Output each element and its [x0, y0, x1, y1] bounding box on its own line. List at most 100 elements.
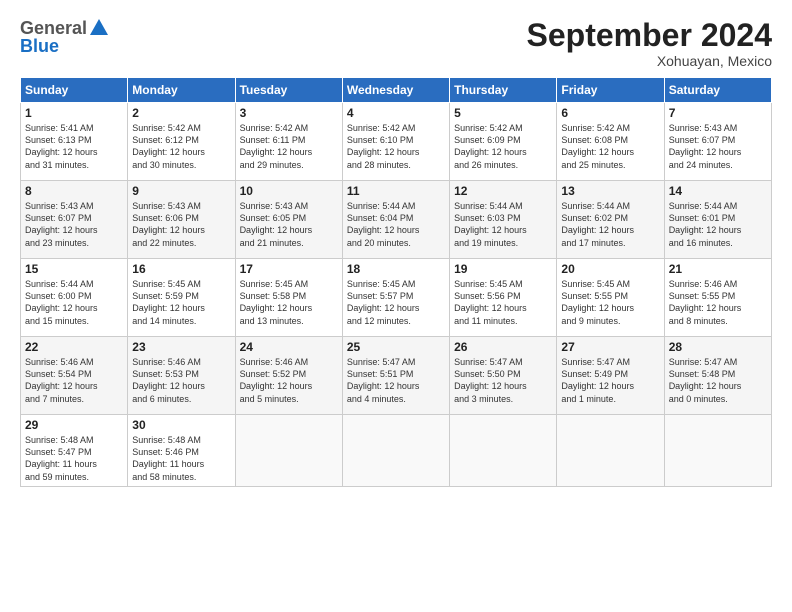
day-number: 10	[240, 184, 338, 198]
day-number: 1	[25, 106, 123, 120]
day-info: Sunrise: 5:43 AM Sunset: 6:06 PM Dayligh…	[132, 200, 230, 249]
day-info: Sunrise: 5:45 AM Sunset: 5:59 PM Dayligh…	[132, 278, 230, 327]
day-number: 30	[132, 418, 230, 432]
day-number: 29	[25, 418, 123, 432]
day-info: Sunrise: 5:43 AM Sunset: 6:07 PM Dayligh…	[669, 122, 767, 171]
day-info: Sunrise: 5:47 AM Sunset: 5:50 PM Dayligh…	[454, 356, 552, 405]
calendar-cell: 28 Sunrise: 5:47 AM Sunset: 5:48 PM Dayli…	[664, 337, 771, 415]
calendar-cell	[664, 415, 771, 487]
day-number: 20	[561, 262, 659, 276]
day-info: Sunrise: 5:43 AM Sunset: 6:05 PM Dayligh…	[240, 200, 338, 249]
logo-general: General	[20, 18, 87, 38]
day-info: Sunrise: 5:48 AM Sunset: 5:47 PM Dayligh…	[25, 434, 123, 483]
day-number: 13	[561, 184, 659, 198]
weekday-header: Tuesday	[235, 78, 342, 103]
day-info: Sunrise: 5:42 AM Sunset: 6:10 PM Dayligh…	[347, 122, 445, 171]
calendar-cell	[450, 415, 557, 487]
calendar-cell: 21 Sunrise: 5:46 AM Sunset: 5:55 PM Dayli…	[664, 259, 771, 337]
day-info: Sunrise: 5:45 AM Sunset: 5:56 PM Dayligh…	[454, 278, 552, 327]
calendar-table: SundayMondayTuesdayWednesdayThursdayFrid…	[20, 77, 772, 487]
day-number: 21	[669, 262, 767, 276]
calendar-cell	[235, 415, 342, 487]
calendar-cell: 26Sunrise: 5:47 AM Sunset: 5:50 PM Dayli…	[450, 337, 557, 415]
day-info: Sunrise: 5:47 AM Sunset: 5:48 PM Dayligh…	[669, 356, 767, 405]
day-number: 28	[669, 340, 767, 354]
weekday-header: Thursday	[450, 78, 557, 103]
day-info: Sunrise: 5:47 AM Sunset: 5:51 PM Dayligh…	[347, 356, 445, 405]
calendar-cell: 6 Sunrise: 5:42 AM Sunset: 6:08 PM Daylig…	[557, 103, 664, 181]
calendar-cell: 2Sunrise: 5:42 AM Sunset: 6:12 PM Daylig…	[128, 103, 235, 181]
day-number: 5	[454, 106, 552, 120]
calendar-cell: 9 Sunrise: 5:43 AM Sunset: 6:06 PM Daylig…	[128, 181, 235, 259]
calendar-cell: 18 Sunrise: 5:45 AM Sunset: 5:57 PM Dayli…	[342, 259, 449, 337]
day-info: Sunrise: 5:45 AM Sunset: 5:55 PM Dayligh…	[561, 278, 659, 327]
day-number: 15	[25, 262, 123, 276]
day-info: Sunrise: 5:46 AM Sunset: 5:53 PM Dayligh…	[132, 356, 230, 405]
day-number: 14	[669, 184, 767, 198]
calendar-cell: 19 Sunrise: 5:45 AM Sunset: 5:56 PM Dayli…	[450, 259, 557, 337]
day-info: Sunrise: 5:44 AM Sunset: 6:02 PM Dayligh…	[561, 200, 659, 249]
calendar-cell: 7 Sunrise: 5:43 AM Sunset: 6:07 PM Daylig…	[664, 103, 771, 181]
day-info: Sunrise: 5:42 AM Sunset: 6:12 PM Dayligh…	[132, 122, 230, 171]
day-info: Sunrise: 5:41 AM Sunset: 6:13 PM Dayligh…	[25, 122, 123, 171]
day-info: Sunrise: 5:44 AM Sunset: 6:00 PM Dayligh…	[25, 278, 123, 327]
day-info: Sunrise: 5:44 AM Sunset: 6:01 PM Dayligh…	[669, 200, 767, 249]
calendar-cell: 10 Sunrise: 5:43 AM Sunset: 6:05 PM Dayli…	[235, 181, 342, 259]
weekday-header: Friday	[557, 78, 664, 103]
weekday-header: Saturday	[664, 78, 771, 103]
calendar-cell: 8Sunrise: 5:43 AM Sunset: 6:07 PM Daylig…	[21, 181, 128, 259]
day-number: 11	[347, 184, 445, 198]
calendar-cell: 24 Sunrise: 5:46 AM Sunset: 5:52 PM Dayli…	[235, 337, 342, 415]
calendar-cell: 25 Sunrise: 5:47 AM Sunset: 5:51 PM Dayli…	[342, 337, 449, 415]
calendar-cell: 13 Sunrise: 5:44 AM Sunset: 6:02 PM Dayli…	[557, 181, 664, 259]
day-number: 12	[454, 184, 552, 198]
calendar-cell: 12Sunrise: 5:44 AM Sunset: 6:03 PM Dayli…	[450, 181, 557, 259]
title-block: September 2024 Xohuayan, Mexico	[527, 18, 772, 69]
day-number: 17	[240, 262, 338, 276]
calendar-cell: 1 Sunrise: 5:41 AM Sunset: 6:13 PM Daylig…	[21, 103, 128, 181]
calendar-cell	[342, 415, 449, 487]
day-info: Sunrise: 5:44 AM Sunset: 6:04 PM Dayligh…	[347, 200, 445, 249]
day-number: 27	[561, 340, 659, 354]
weekday-header: Sunday	[21, 78, 128, 103]
day-number: 19	[454, 262, 552, 276]
weekday-header: Monday	[128, 78, 235, 103]
logo-blue: Blue	[20, 37, 110, 57]
calendar-cell: 20 Sunrise: 5:45 AM Sunset: 5:55 PM Dayli…	[557, 259, 664, 337]
day-number: 3	[240, 106, 338, 120]
day-info: Sunrise: 5:46 AM Sunset: 5:52 PM Dayligh…	[240, 356, 338, 405]
day-number: 23	[132, 340, 230, 354]
calendar-cell: 23 Sunrise: 5:46 AM Sunset: 5:53 PM Dayli…	[128, 337, 235, 415]
day-number: 18	[347, 262, 445, 276]
day-info: Sunrise: 5:46 AM Sunset: 5:54 PM Dayligh…	[25, 356, 123, 405]
day-number: 4	[347, 106, 445, 120]
calendar-cell: 17 Sunrise: 5:45 AM Sunset: 5:58 PM Dayli…	[235, 259, 342, 337]
day-number: 8	[25, 184, 123, 198]
day-number: 24	[240, 340, 338, 354]
calendar-cell: 22 Sunrise: 5:46 AM Sunset: 5:54 PM Dayli…	[21, 337, 128, 415]
day-number: 9	[132, 184, 230, 198]
day-number: 22	[25, 340, 123, 354]
calendar-cell: 30 Sunrise: 5:48 AM Sunset: 5:46 PM Dayli…	[128, 415, 235, 487]
calendar-cell: 27 Sunrise: 5:47 AM Sunset: 5:49 PM Dayli…	[557, 337, 664, 415]
day-info: Sunrise: 5:48 AM Sunset: 5:46 PM Dayligh…	[132, 434, 230, 483]
day-number: 7	[669, 106, 767, 120]
calendar-cell: 29 Sunrise: 5:48 AM Sunset: 5:47 PM Dayli…	[21, 415, 128, 487]
day-number: 25	[347, 340, 445, 354]
day-info: Sunrise: 5:42 AM Sunset: 6:08 PM Dayligh…	[561, 122, 659, 171]
day-info: Sunrise: 5:47 AM Sunset: 5:49 PM Dayligh…	[561, 356, 659, 405]
day-info: Sunrise: 5:46 AM Sunset: 5:55 PM Dayligh…	[669, 278, 767, 327]
calendar-cell: 5 Sunrise: 5:42 AM Sunset: 6:09 PM Daylig…	[450, 103, 557, 181]
day-number: 6	[561, 106, 659, 120]
logo: General Blue	[20, 18, 110, 57]
calendar-cell: 15 Sunrise: 5:44 AM Sunset: 6:00 PM Dayli…	[21, 259, 128, 337]
day-info: Sunrise: 5:45 AM Sunset: 5:58 PM Dayligh…	[240, 278, 338, 327]
page-header: General Blue September 2024 Xohuayan, Me…	[20, 18, 772, 69]
day-info: Sunrise: 5:45 AM Sunset: 5:57 PM Dayligh…	[347, 278, 445, 327]
weekday-header: Wednesday	[342, 78, 449, 103]
day-number: 16	[132, 262, 230, 276]
month-title: September 2024	[527, 18, 772, 53]
day-info: Sunrise: 5:42 AM Sunset: 6:11 PM Dayligh…	[240, 122, 338, 171]
day-info: Sunrise: 5:42 AM Sunset: 6:09 PM Dayligh…	[454, 122, 552, 171]
location: Xohuayan, Mexico	[527, 53, 772, 69]
